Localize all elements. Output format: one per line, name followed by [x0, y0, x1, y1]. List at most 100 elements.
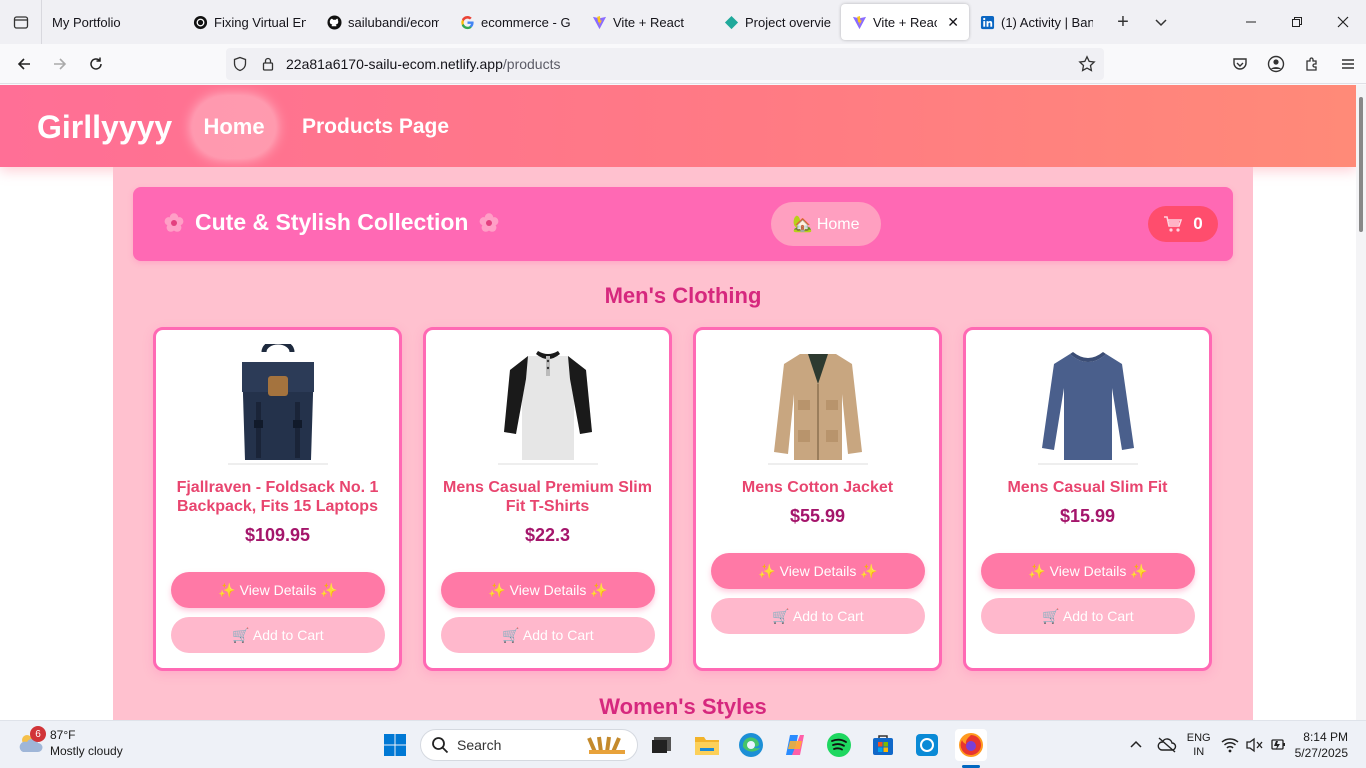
tab-strip: My Portfolio Fixing Virtual Env sailuban…: [0, 0, 1366, 44]
no-sync-icon[interactable]: [1157, 736, 1177, 754]
url-host: 22a81a6170-sailu-ecom.netlify.app: [286, 56, 503, 72]
search-icon: [432, 737, 449, 754]
lock-icon[interactable]: [254, 57, 282, 71]
tab-linkedin[interactable]: (1) Activity | Band: [969, 4, 1103, 40]
clock[interactable]: 8:14 PM 5/27/2025: [1295, 729, 1348, 761]
edge-button[interactable]: [735, 729, 767, 761]
section-title-womens: Women's Styles: [599, 694, 767, 719]
list-all-tabs-button[interactable]: [1143, 4, 1179, 40]
spotify-button[interactable]: [823, 729, 855, 761]
view-details-button[interactable]: ✨ View Details ✨: [711, 553, 925, 589]
extensions-button[interactable]: [1294, 48, 1330, 80]
flower-icon: [480, 212, 499, 232]
search-highlight-icon: [587, 736, 625, 754]
tab-list-button[interactable]: [0, 0, 42, 44]
site-header: Girllyyyy Home Products Page: [0, 85, 1356, 167]
task-view-button[interactable]: [646, 729, 678, 761]
web-content: Girllyyyy Home Products Page Cute & Styl…: [0, 85, 1366, 720]
nav-products-link[interactable]: Products Page: [302, 115, 449, 139]
date: 5/27/2025: [1294, 746, 1348, 760]
view-details-button[interactable]: ✨ View Details ✨: [171, 572, 385, 608]
file-explorer-button[interactable]: [691, 729, 723, 761]
product-image-jacket: [774, 354, 862, 460]
tab-netlify[interactable]: Project overview: [713, 4, 841, 40]
task-view-icon: [652, 737, 671, 753]
url-path: /products: [502, 56, 561, 72]
windows-icon: [384, 734, 406, 756]
cortana-button[interactable]: [911, 729, 943, 761]
region-code: IN: [1193, 746, 1205, 758]
view-details-button[interactable]: ✨ View Details ✨: [981, 553, 1195, 589]
spotify-icon: [827, 733, 851, 757]
site-brand[interactable]: Girllyyyy: [37, 109, 172, 146]
add-to-cart-button[interactable]: 🛒 Add to Cart: [171, 617, 385, 653]
tab-portfolio[interactable]: My Portfolio: [42, 4, 182, 40]
close-window-button[interactable]: [1320, 0, 1366, 44]
language-code: ENG: [1186, 732, 1211, 744]
store-button[interactable]: [867, 729, 899, 761]
store-icon: [873, 735, 893, 755]
volume-muted-icon[interactable]: [1245, 737, 1263, 753]
pocket-button[interactable]: [1222, 48, 1258, 80]
cart-button[interactable]: 0: [1148, 206, 1218, 242]
new-tab-button[interactable]: +: [1103, 4, 1143, 40]
product-image-tshirt: [504, 351, 592, 460]
taskbar-search[interactable]: Search: [420, 729, 638, 761]
folder-icon: [695, 737, 719, 755]
tab-title: My Portfolio: [52, 14, 121, 30]
product-card: Mens Casual Premium Slim Fit T-Shirts $2…: [423, 327, 672, 671]
home-button[interactable]: 🏡 Home: [771, 202, 881, 246]
account-button[interactable]: [1258, 48, 1294, 80]
menu-button[interactable]: [1330, 48, 1366, 80]
minimize-button[interactable]: [1228, 0, 1274, 44]
forward-button[interactable]: [42, 48, 78, 80]
close-tab-icon[interactable]: ✕: [947, 14, 959, 31]
page-scrollbar[interactable]: [1356, 85, 1366, 720]
back-button[interactable]: [6, 48, 42, 80]
chevron-down-icon: [1155, 19, 1167, 27]
firefox-button[interactable]: [955, 729, 987, 761]
restore-button[interactable]: [1274, 0, 1320, 44]
product-card: Mens Cotton Jacket $55.99 ✨ View Details…: [693, 327, 942, 671]
image-divider: [228, 463, 328, 465]
product-name: Mens Casual Premium Slim Fit T-Shirts: [443, 479, 652, 515]
nav-home-link[interactable]: Home: [192, 96, 276, 158]
product-card: Fjallraven - Foldsack No. 1 Backpack, Fi…: [153, 327, 402, 671]
github-icon: [326, 14, 342, 30]
tab-list-icon: [13, 16, 28, 29]
scrollbar-thumb[interactable]: [1359, 97, 1363, 232]
close-icon: [1337, 16, 1349, 28]
battery-icon[interactable]: [1269, 737, 1287, 753]
weather-widget[interactable]: 6 87°F Mostly cloudy: [16, 726, 123, 759]
section-title-mens: Men's Clothing: [604, 283, 762, 308]
add-to-cart-button[interactable]: 🛒 Add to Cart: [981, 598, 1195, 634]
chevron-up-icon[interactable]: [1129, 738, 1143, 752]
vite-icon: [851, 14, 867, 30]
add-to-cart-button[interactable]: 🛒 Add to Cart: [711, 598, 925, 634]
add-to-cart-button[interactable]: 🛒 Add to Cart: [441, 617, 655, 653]
tab-google[interactable]: ecommerce - Go: [449, 4, 581, 40]
shield-icon[interactable]: [226, 56, 254, 72]
taskbar: 6 87°F Mostly cloudy Search ENG IN 8:14 …: [0, 720, 1366, 768]
tab-github[interactable]: sailubandi/ecomm: [316, 4, 449, 40]
copilot-button[interactable]: [779, 729, 811, 761]
google-icon: [459, 14, 475, 30]
tab-chatgpt[interactable]: Fixing Virtual Env: [182, 4, 316, 40]
image-divider: [768, 463, 868, 465]
input-language[interactable]: ENG IN: [1187, 731, 1211, 759]
linkedin-icon: [979, 14, 995, 30]
bookmark-star-icon[interactable]: [1078, 55, 1096, 78]
tab-vite-1[interactable]: Vite + React: [581, 4, 713, 40]
wifi-icon[interactable]: [1221, 737, 1239, 753]
search-label: Search: [457, 737, 502, 753]
pocket-icon: [1233, 58, 1247, 70]
collection-title-text: Cute & Stylish Collection: [195, 209, 469, 235]
start-button[interactable]: [379, 729, 411, 761]
reload-button[interactable]: [78, 48, 114, 80]
tab-title: Project overview: [745, 14, 831, 30]
tab-vite-active[interactable]: Vite + React ✕: [841, 4, 969, 40]
view-details-button[interactable]: ✨ View Details ✨: [441, 572, 655, 608]
product-card: Mens Casual Slim Fit $15.99 ✨ View Detai…: [963, 327, 1212, 671]
address-bar[interactable]: 22a81a6170-sailu-ecom.netlify.app/produc…: [226, 48, 1104, 80]
temperature: 87°F: [50, 728, 76, 742]
